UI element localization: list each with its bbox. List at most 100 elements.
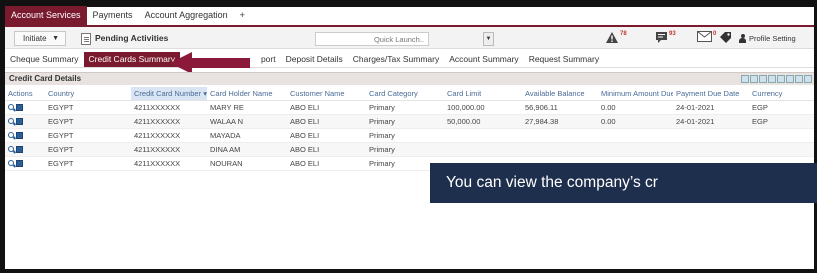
credit-card-table: Actions Country Credit Card Number ▾ Car… — [5, 87, 814, 171]
user-icon — [739, 34, 746, 43]
tab-charges-tax-summary[interactable]: Charges/Tax Summary — [348, 52, 444, 67]
tab-partial-report[interactable]: port — [256, 52, 281, 67]
cell-country: EGYPT — [45, 156, 131, 171]
view-details-icon[interactable] — [8, 118, 14, 124]
chat-icon — [656, 32, 667, 43]
settings-tag-button[interactable] — [719, 31, 732, 46]
nav-payments[interactable]: Payments — [87, 6, 139, 25]
cell-category: Primary — [366, 128, 444, 143]
cell-due-date — [673, 128, 749, 143]
statement-icon[interactable] — [16, 103, 23, 111]
cell-currency — [749, 142, 814, 157]
cell-holder: NOURAN — [207, 156, 287, 171]
tab-request-summary[interactable]: Request Summary — [524, 52, 604, 67]
cell-customer: ABO ELI — [287, 142, 366, 157]
column-header-payment-due-date[interactable]: Payment Due Date — [673, 87, 749, 101]
quick-launch-dropdown-button[interactable]: ▼ — [483, 32, 494, 46]
mail-button[interactable]: 0 — [697, 31, 716, 46]
initiate-dropdown[interactable]: Initiate ▼ — [14, 31, 66, 46]
grid-tool-icon[interactable] — [777, 75, 785, 83]
cell-due-date — [673, 142, 749, 157]
statement-icon[interactable] — [16, 117, 23, 125]
cell-customer: ABO ELI — [287, 128, 366, 143]
tag-icon — [720, 32, 731, 43]
document-icon — [81, 32, 91, 45]
view-details-icon[interactable] — [8, 146, 14, 152]
cell-card-number: 4211XXXXXX — [131, 156, 207, 171]
column-header-card-category[interactable]: Card Category — [366, 87, 444, 101]
view-details-icon[interactable] — [8, 104, 14, 110]
column-header-card-limit[interactable]: Card Limit — [444, 87, 522, 101]
statement-icon[interactable] — [16, 145, 23, 153]
grid-tool-icon[interactable] — [741, 75, 749, 83]
row-actions — [5, 100, 45, 115]
pending-activities-button[interactable]: Pending Activities — [81, 31, 168, 46]
chevron-down-icon: ▼ — [52, 35, 59, 42]
grid-tool-icon[interactable] — [750, 75, 758, 83]
cell-balance: 56,906.11 — [522, 100, 598, 115]
nav-account-services[interactable]: Account Services — [5, 6, 87, 25]
pending-activities-label: Pending Activities — [95, 33, 169, 43]
add-tab-button[interactable]: + — [234, 6, 251, 25]
cell-card-number: 4211XXXXXX — [131, 114, 207, 129]
cell-country: EGYPT — [45, 142, 131, 157]
cell-currency: EGP — [749, 100, 814, 115]
cell-min-due: 0.00 — [598, 100, 673, 115]
column-header-customer-name[interactable]: Customer Name — [287, 87, 366, 101]
view-details-icon[interactable] — [8, 160, 14, 166]
statement-icon[interactable] — [16, 131, 23, 139]
alerts-badge: 78 — [620, 31, 627, 37]
tab-deposit-details[interactable]: Deposit Details — [281, 52, 348, 67]
alerts-button[interactable]: 78 — [605, 31, 627, 46]
grid-tool-icon[interactable] — [759, 75, 767, 83]
cell-country: EGYPT — [45, 128, 131, 143]
column-header-actions[interactable]: Actions — [5, 87, 45, 101]
grid-tool-icon[interactable] — [795, 75, 803, 83]
cell-limit: 50,000.00 — [444, 114, 522, 129]
grid-tool-icon[interactable] — [786, 75, 794, 83]
column-header-label: Credit Card Number — [134, 88, 202, 98]
cell-holder: MARY RE — [207, 100, 287, 115]
row-actions — [5, 156, 45, 171]
cell-country: EGYPT — [45, 114, 131, 129]
cell-customer: ABO ELI — [287, 156, 366, 171]
cell-card-number: 4211XXXXXX — [131, 128, 207, 143]
cell-due-date: 24-01-2021 — [673, 100, 749, 115]
cell-category: Primary — [366, 114, 444, 129]
cell-limit — [444, 128, 522, 143]
warning-icon — [606, 32, 618, 43]
cell-balance — [522, 142, 598, 157]
envelope-icon — [697, 31, 712, 42]
table-row[interactable]: EGYPT 4211XXXXXX MARY RE ABO ELI Primary… — [5, 100, 814, 115]
column-header-credit-card-number[interactable]: Credit Card Number ▾ — [131, 87, 207, 101]
grid-tool-icon[interactable] — [768, 75, 776, 83]
tab-credit-cards-summary[interactable]: Credit Cards Summary — [83, 52, 180, 67]
tutorial-callout: You can view the company’s cr — [430, 163, 817, 203]
table-row[interactable]: EGYPT 4211XXXXXX MAYADA ABO ELI Primary — [5, 128, 814, 143]
column-header-minimum-amount-due[interactable]: Minimum Amount Due — [598, 87, 673, 101]
sub-nav: Cheque Summary Credit Cards Summary N po… — [5, 52, 814, 68]
profile-setting-button[interactable]: Profile Setting — [739, 32, 796, 45]
row-actions — [5, 142, 45, 157]
tab-cheque-summary[interactable]: Cheque Summary — [5, 52, 84, 67]
grid-tool-icon[interactable] — [804, 75, 812, 83]
statement-icon[interactable] — [16, 159, 23, 167]
table-row[interactable]: EGYPT 4211XXXXXX DINA AM ABO ELI Primary — [5, 142, 814, 157]
highlight-arrow-icon — [170, 52, 250, 74]
quick-launch-input[interactable] — [315, 32, 429, 46]
table-row[interactable]: EGYPT 4211XXXXXX WALAA N ABO ELI Primary… — [5, 114, 814, 129]
column-header-currency[interactable]: Currency — [749, 87, 814, 101]
cell-due-date: 24-01-2021 — [673, 114, 749, 129]
cell-country: EGYPT — [45, 100, 131, 115]
messages-badge: 93 — [669, 31, 676, 37]
nav-account-aggregation[interactable]: Account Aggregation — [139, 6, 234, 25]
column-header-country[interactable]: Country — [45, 87, 131, 101]
table-header-row: Actions Country Credit Card Number ▾ Car… — [5, 87, 814, 101]
column-header-available-balance[interactable]: Available Balance — [522, 87, 598, 101]
tab-account-summary[interactable]: Account Summary — [444, 52, 523, 67]
column-header-card-holder-name[interactable]: Card Holder Name — [207, 87, 287, 101]
messages-button[interactable]: 93 — [655, 31, 676, 46]
view-details-icon[interactable] — [8, 132, 14, 138]
cell-balance: 27,984.38 — [522, 114, 598, 129]
row-actions — [5, 128, 45, 143]
